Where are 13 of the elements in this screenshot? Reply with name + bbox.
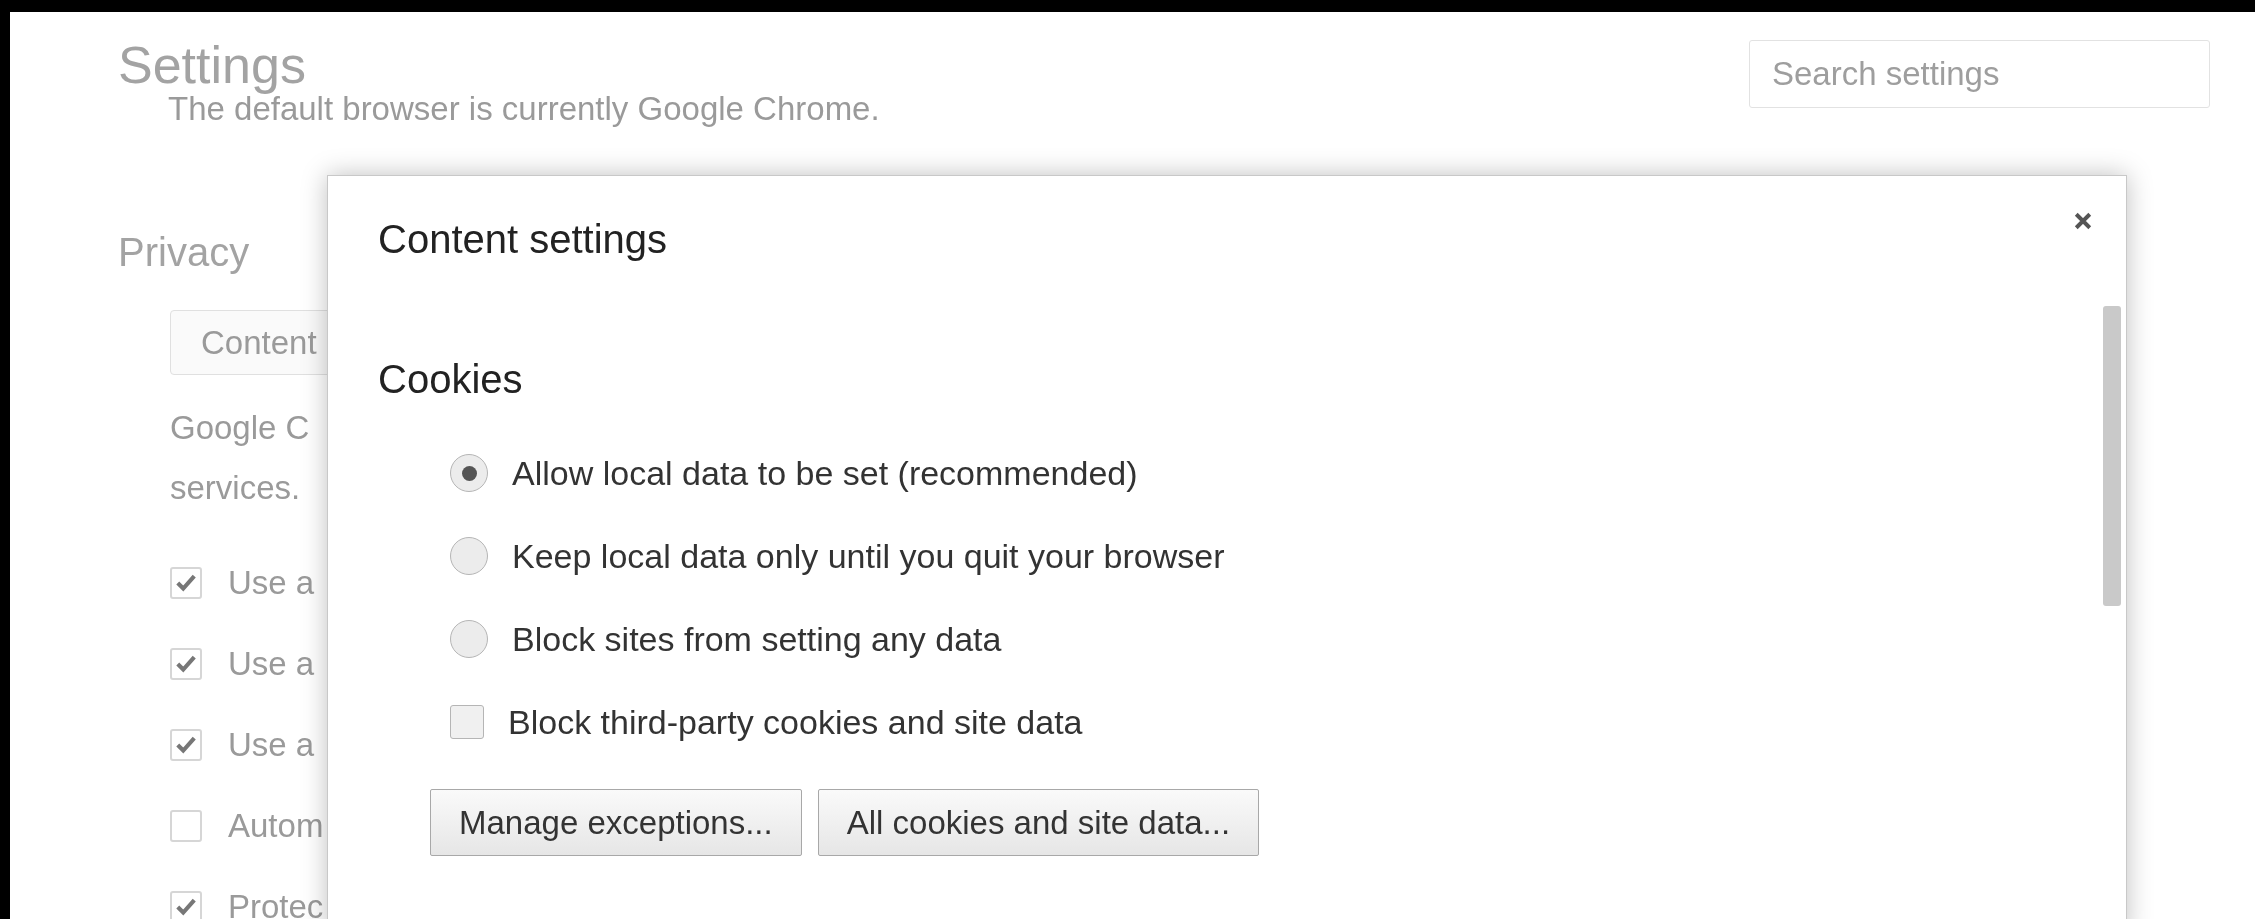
checkbox-label: Autom bbox=[228, 806, 324, 847]
checkbox-label: Use a bbox=[228, 563, 315, 604]
checkbox-label: Protec bbox=[228, 887, 324, 919]
section-heading: Privacy bbox=[118, 229, 250, 276]
radio-label: Block sites from setting any data bbox=[512, 618, 1002, 660]
description-text: services. bbox=[170, 468, 301, 508]
radio-label: Allow local data to be set (recommended) bbox=[512, 452, 1138, 494]
checkbox-label: Block third-party cookies and site data bbox=[508, 701, 1083, 743]
description-text: Google C bbox=[170, 408, 310, 448]
radio-label: Keep local data only until you quit your browser bbox=[512, 535, 1225, 577]
checkbox-label: Use a bbox=[228, 725, 315, 766]
dialog-title: Content settings bbox=[378, 216, 668, 263]
checkbox-label: Use a bbox=[228, 644, 315, 685]
